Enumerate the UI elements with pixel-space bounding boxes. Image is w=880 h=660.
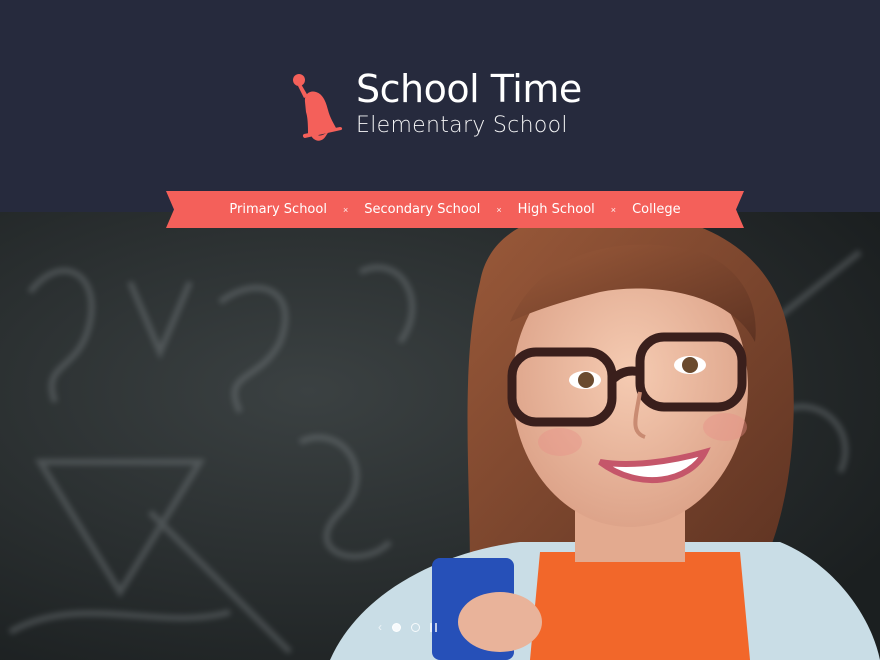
nav-separator: × <box>610 204 617 215</box>
brand[interactable]: School Time Elementary School <box>290 66 582 146</box>
chevron-left-icon[interactable]: ‹ <box>378 620 382 634</box>
slider-controls: ‹ <box>378 620 437 634</box>
bell-icon <box>290 66 346 146</box>
nav-item-high-school[interactable]: High School <box>518 202 595 217</box>
slider-dot-2[interactable] <box>411 622 420 632</box>
nav-item-primary-school[interactable]: Primary School <box>229 202 327 217</box>
brand-titles: School Time Elementary School <box>356 66 582 140</box>
nav-item-secondary-school[interactable]: Secondary School <box>364 202 480 217</box>
site-header: School Time Elementary School <box>0 0 880 212</box>
hero-slider[interactable] <box>0 212 880 660</box>
nav-ribbon: Primary School × Secondary School × High… <box>166 191 744 228</box>
main-nav: Primary School × Secondary School × High… <box>166 191 744 228</box>
nav-separator: × <box>342 204 349 215</box>
hero-image <box>0 212 880 660</box>
site-title: School Time <box>356 67 582 111</box>
slider-dot-1[interactable] <box>392 622 401 632</box>
page: School Time Elementary School Primary Sc… <box>0 0 880 660</box>
nav-item-college[interactable]: College <box>632 202 681 217</box>
nav-separator: × <box>496 204 502 215</box>
site-subtitle: Elementary School <box>356 113 568 138</box>
pause-icon[interactable] <box>430 622 437 632</box>
